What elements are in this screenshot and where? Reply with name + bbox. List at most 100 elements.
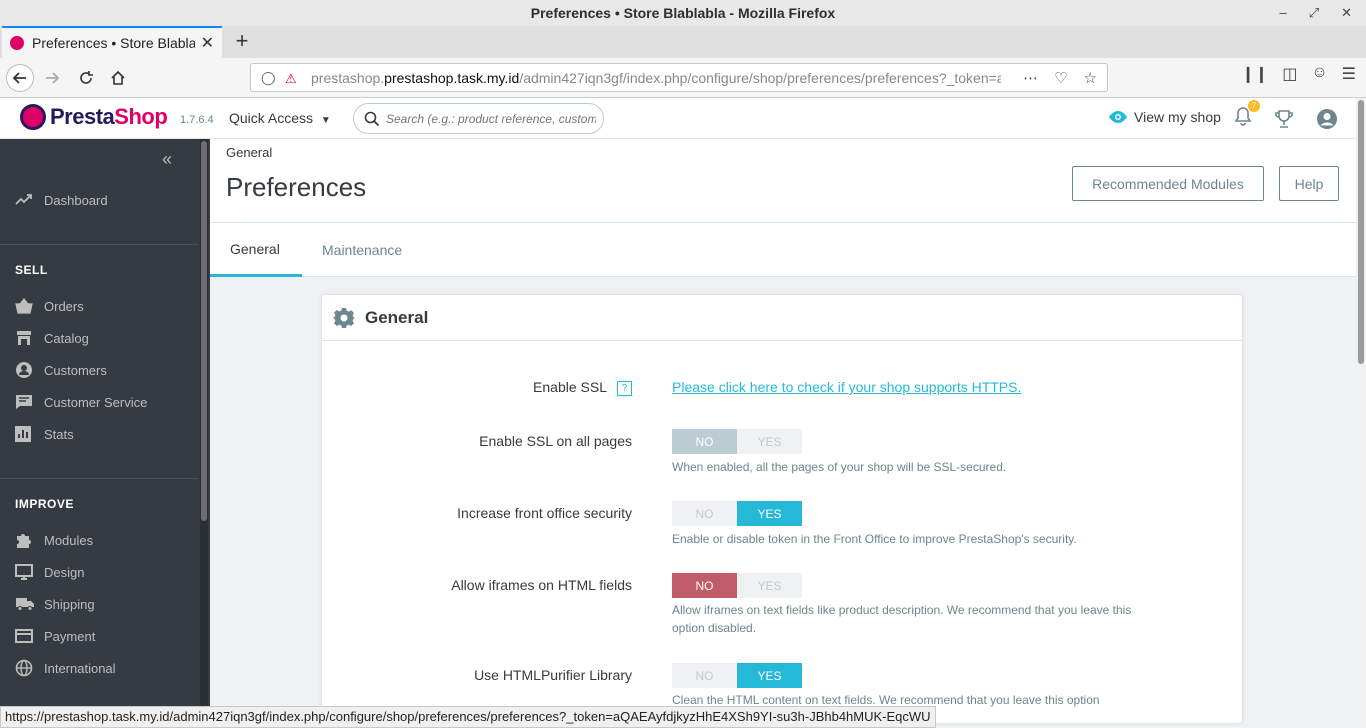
sidebar-item-shipping[interactable]: Shipping [0, 588, 198, 620]
enable-ssl-all-pages-switch[interactable]: NO YES [672, 429, 802, 454]
sidebar-item-customers[interactable]: Customers [0, 354, 198, 386]
store-icon [15, 330, 35, 346]
sidebar-section-sell: SELL [15, 263, 48, 277]
trending-up-icon [15, 194, 35, 206]
desktop-icon [15, 564, 35, 580]
url-bar[interactable]: ◯ ⚠ prestashop.prestashop.task.my.id/adm… [250, 63, 1108, 92]
browser-navbar: ◯ ⚠ prestashop.prestashop.task.my.id/adm… [0, 58, 1366, 98]
quick-access-dropdown[interactable]: Quick Access ▼ [229, 110, 331, 126]
tracking-shield-icon[interactable]: ◯ [261, 70, 276, 86]
browser-tab[interactable]: Preferences • Store Blablabla ✕ [2, 26, 222, 58]
page-scrollbar-thumb[interactable] [1358, 100, 1364, 364]
tab-close-icon[interactable]: ✕ [201, 33, 214, 53]
recommended-modules-button[interactable]: Recommended Modules [1072, 166, 1264, 201]
logo-text-shop: Shop [114, 104, 168, 129]
allow-iframes-help: Allow iframes on text fields like produc… [672, 603, 1132, 635]
front-office-security-label: Increase front office security [457, 505, 632, 521]
sidebar-item-payment[interactable]: Payment [0, 620, 198, 652]
switch-yes[interactable]: YES [737, 573, 802, 598]
menu-icon[interactable]: ☰ [1342, 64, 1356, 84]
search-icon[interactable] [364, 111, 380, 127]
allow-iframes-label: Allow iframes on HTML fields [451, 577, 632, 593]
sidebar-item-label: Design [44, 564, 85, 580]
front-office-security-switch[interactable]: NO YES [672, 501, 802, 526]
eye-icon [1109, 111, 1127, 123]
sidebar-scrollbar[interactable] [200, 139, 208, 706]
forward-button[interactable] [38, 64, 66, 92]
sidebar-item-label: Payment [44, 628, 96, 644]
allow-iframes-switch[interactable]: NO YES [672, 573, 802, 598]
trophy-icon[interactable] [1274, 109, 1294, 129]
reload-button[interactable] [72, 64, 100, 92]
sidebar-item-international[interactable]: International [0, 652, 198, 684]
notifications-button[interactable]: 7 [1234, 100, 1260, 131]
url-prefix: prestashop. [311, 69, 385, 86]
account-icon[interactable]: ☺ [1311, 64, 1327, 84]
enable-ssl-label: Enable SSL? [533, 379, 632, 396]
version-label: 1.7.6.4 [180, 114, 214, 126]
close-icon[interactable]: ✕ [1341, 0, 1352, 26]
url-actions: ⋯ ♡ ☆ [1023, 69, 1097, 87]
pocket-icon[interactable]: ♡ [1054, 69, 1067, 87]
sidebar-item-catalog[interactable]: Catalog [0, 322, 198, 354]
view-my-shop-link[interactable]: View my shop [1108, 109, 1221, 125]
sidebar-divider [0, 244, 198, 245]
library-icon[interactable]: ❙❙ [1241, 64, 1268, 84]
sidebar-item-design[interactable]: Design [0, 556, 198, 588]
back-button[interactable] [6, 64, 34, 92]
view-my-shop-label: View my shop [1134, 109, 1221, 125]
window-titlebar: Preferences • Store Blablabla - Mozilla … [0, 0, 1366, 26]
sidebar-toggle-icon[interactable]: ◫ [1282, 64, 1297, 84]
panel-heading: General [322, 295, 1242, 341]
page-actions-icon[interactable]: ⋯ [1023, 69, 1038, 87]
switch-yes[interactable]: YES [737, 501, 802, 526]
restore-icon[interactable]: ⤢ [1309, 0, 1319, 26]
switch-no[interactable]: NO [672, 429, 737, 454]
sidebar-item-label: Modules [44, 532, 94, 548]
help-question-icon[interactable]: ? [617, 380, 632, 396]
enable-ssl-all-pages-help: When enabled, all the pages of your shop… [672, 460, 1007, 474]
sidebar-scrollbar-thumb[interactable] [201, 141, 207, 521]
toolbar-right: ❙❙ ◫ ☺ ☰ [1241, 64, 1366, 84]
sidebar-divider [0, 478, 198, 479]
sidebar-item-customer-service[interactable]: Customer Service [0, 386, 198, 418]
help-button[interactable]: Help [1279, 166, 1339, 201]
sidebar-item-label: Catalog [44, 330, 89, 346]
bookmark-star-icon[interactable]: ☆ [1084, 69, 1097, 87]
htmlpurifier-switch[interactable]: NO YES [672, 663, 802, 688]
puzzle-icon [15, 531, 35, 549]
new-tab-icon[interactable]: + [230, 28, 254, 54]
prestashop-logo[interactable]: PrestaShop [20, 104, 168, 130]
tab-general[interactable]: General [210, 223, 302, 277]
switch-no[interactable]: NO [672, 663, 737, 688]
employee-avatar-icon[interactable] [1316, 108, 1338, 130]
bar-chart-icon [15, 426, 35, 442]
sidebar-item-label: Customers [44, 362, 107, 378]
minimize-icon[interactable]: – [1279, 0, 1286, 26]
prestashop-logo-icon [20, 104, 46, 130]
insecure-lock-icon[interactable]: ⚠ [285, 71, 299, 86]
switch-no[interactable]: NO [672, 573, 737, 598]
sidebar-item-orders[interactable]: Orders [0, 290, 198, 322]
switch-yes[interactable]: YES [737, 663, 802, 688]
url-text[interactable]: prestashop.prestashop.task.my.id/admin42… [311, 70, 1001, 86]
page-scrollbar[interactable] [1356, 98, 1366, 728]
collapse-sidebar-icon[interactable]: « [162, 149, 172, 170]
gear-icon [333, 307, 355, 328]
switch-no[interactable]: NO [672, 501, 737, 526]
sidebar-item-stats[interactable]: Stats [0, 418, 198, 450]
search-input[interactable] [386, 111, 596, 126]
general-panel: General Enable SSL? Please click here to… [321, 294, 1243, 724]
quick-access-label: Quick Access [229, 110, 314, 126]
tab-strip: Preferences • Store Blablabla ✕ + [0, 26, 1366, 58]
page-tabs: General Maintenance [210, 223, 1356, 277]
tab-maintenance[interactable]: Maintenance [302, 223, 422, 277]
notifications-badge: 7 [1248, 100, 1260, 112]
breadcrumb[interactable]: General [226, 145, 272, 160]
switch-yes[interactable]: YES [737, 429, 802, 454]
sidebar-item-modules[interactable]: Modules [0, 524, 198, 556]
check-https-link[interactable]: Please click here to check if your shop … [672, 379, 1021, 395]
home-button[interactable] [104, 64, 132, 92]
home-icon [111, 70, 125, 85]
sidebar-item-dashboard[interactable]: Dashboard [0, 184, 198, 216]
